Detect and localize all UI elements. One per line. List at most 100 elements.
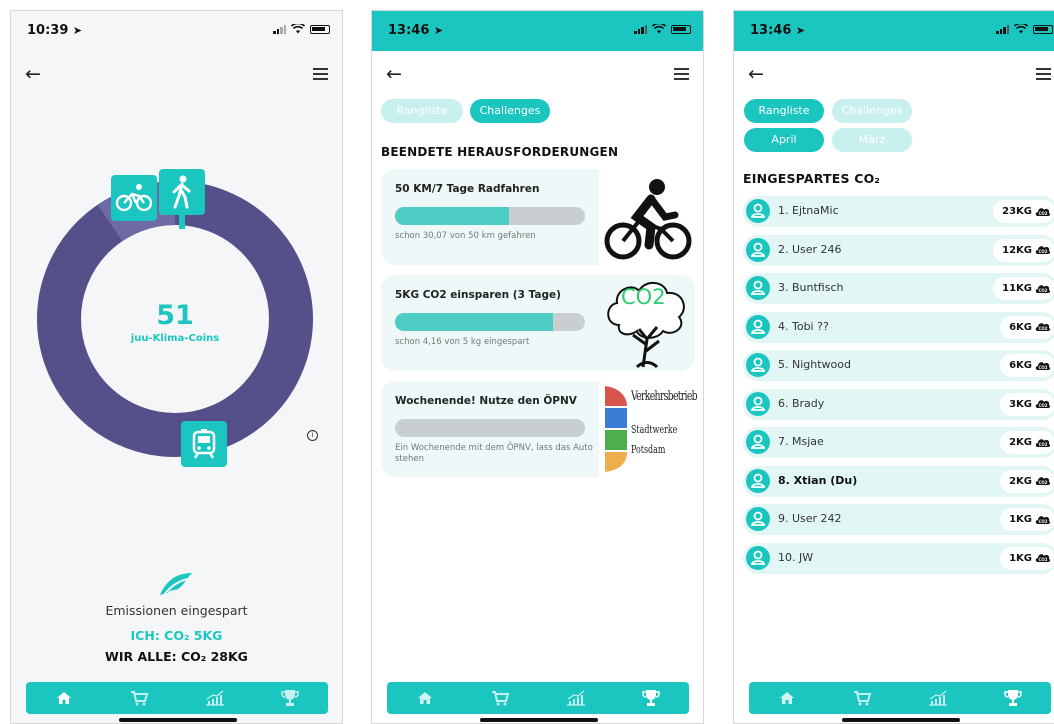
co2-kg-badge: 1KG CO2 [1000,546,1054,570]
ranking-row[interactable]: 4. Tobi ?? 6KG CO2 [743,311,1054,343]
back-arrow-icon[interactable]: ← [25,63,41,85]
tram-icon[interactable] [181,421,227,467]
user-avatar-icon [746,430,770,454]
nav-shop[interactable] [119,684,159,712]
co2-kg-value: 12KG [1002,244,1032,256]
nav-home[interactable] [44,684,84,712]
challenge-card-cycling[interactable]: 50 KM/7 Tage Radfahren schon 30,07 von 5… [381,169,695,265]
location-arrow-icon: ➤ [72,24,83,37]
tab-challenges[interactable]: Challenges [832,99,912,123]
challenge-card-co2[interactable]: 5KG CO2 einsparen (3 Tage) schon 4,16 vo… [381,275,695,371]
user-avatar-icon [746,391,770,416]
challenge-card-oepnv[interactable]: Wochenende! Nutze den ÖPNV Ein Wochenend… [381,381,698,477]
ranking-row[interactable]: 6. Brady 3KG CO2 [743,388,1054,420]
nav-trophy[interactable] [631,684,671,712]
svg-text:CO2: CO2 [1038,326,1047,331]
ranking-user-name: 2. User 246 [778,242,842,256]
co2-cloud-icon: CO2 [1035,323,1051,331]
nav-trophy[interactable] [993,684,1033,712]
ranking-row[interactable]: 3. Buntfisch 11KG CO2 [743,273,1054,304]
user-avatar-icon [746,237,770,262]
top-bar: ← [734,63,1054,87]
chart-icon [205,690,224,706]
ranking-row[interactable]: 5. Nightwood 6KG CO2 [743,350,1054,381]
menu-icon[interactable] [1036,68,1051,80]
nav-stats[interactable] [918,684,958,712]
menu-icon[interactable] [313,68,328,80]
tab-rangliste[interactable]: Rangliste [744,99,824,123]
menu-icon[interactable] [674,68,689,80]
svg-text:CO2: CO2 [1038,480,1047,485]
co2-kg-badge: 3KG CO2 [1000,392,1054,416]
trophy-icon [281,690,299,706]
nav-shop[interactable] [842,684,882,712]
ranking-row[interactable]: 10. JW 1KG CO2 [743,542,1054,574]
screen-coins: 10:39 ➤ ← 51 juu-Klima-Coins i Emissione… [10,10,343,724]
cyclist-icon [604,179,692,260]
bicycle-icon[interactable] [111,175,157,221]
challenge-progress-bar [395,419,585,437]
tab-april[interactable]: April [744,128,824,152]
vbp-line2: Potsdam [631,443,666,456]
nav-home[interactable] [405,684,445,712]
status-bar: 13:46 ➤ [734,11,1054,51]
ranking-user-name: 6. Brady [778,396,825,410]
nav-home[interactable] [767,684,807,712]
section-title: BEENDETE HERAUSFORDERUNGEN [381,145,619,159]
status-icons [273,24,330,34]
ranking-row[interactable]: 9. User 242 1KG CO2 [743,504,1054,535]
section-title: EINGESPARTES CO₂ [743,171,881,186]
ranking-row[interactable]: 2. User 246 12KG CO2 [743,234,1054,266]
tab-maerz[interactable]: März [832,128,912,152]
svg-text:CO2: CO2 [1038,249,1047,254]
co2-kg-badge: 23KG CO2 [993,200,1054,223]
co2-cloud-icon: CO2 [1035,246,1051,254]
back-arrow-icon[interactable]: ← [748,63,764,85]
cart-icon [492,691,510,706]
signal-icon [273,24,286,34]
co2-cloud-icon: CO2 [1035,477,1051,485]
tab-challenges[interactable]: Challenges [470,99,550,123]
challenge-title: 50 KM/7 Tage Radfahren [395,183,540,195]
status-time: 10:39 ➤ [27,23,82,38]
co2-kg-value: 6KG [1009,321,1032,333]
coins-value: 51 [156,300,194,331]
ranking-user-name: 8. Xtian (Du) [778,473,858,487]
home-icon [779,692,794,704]
svg-text:CO2: CO2 [1038,211,1047,216]
home-indicator [842,718,960,722]
walking-icon[interactable] [159,169,205,215]
challenge-subtitle: schon 30,07 von 50 km gefahren [395,231,536,241]
ranking-row[interactable]: 7. Msjae 2KG CO2 [743,427,1054,458]
vbp-logo-mark [605,386,627,472]
back-arrow-icon[interactable]: ← [386,63,402,85]
top-bar: ← [372,63,703,87]
leaf-logo-icon [160,573,192,596]
trophy-icon [642,690,660,706]
my-co2-saved: ICH: CO₂ 5KG [130,628,223,643]
nav-stats[interactable] [556,684,596,712]
home-icon [56,692,71,704]
ranking-row[interactable]: 1. EjtnaMic 23KG CO2 [743,196,1054,227]
home-indicator [119,718,237,722]
user-avatar-icon [746,468,770,493]
co2-kg-value: 6KG [1009,360,1032,371]
user-avatar-icon [746,199,770,223]
nav-shop[interactable] [480,684,520,712]
info-icon[interactable]: i [307,430,318,441]
battery-icon [1033,24,1053,34]
svg-text:CO2: CO2 [1038,403,1047,408]
ranking-row[interactable]: 8. Xtian (Du) 2KG CO2 [743,465,1054,497]
wifi-icon [1014,24,1028,34]
all-co2-saved: WIR ALLE: CO₂ 28KG [105,649,248,664]
status-time: 13:46 ➤ [388,23,443,38]
challenge-title: 5KG CO2 einsparen (3 Tage) [395,289,561,301]
co2-kg-badge: 11KG CO2 [993,277,1054,300]
nav-stats[interactable] [195,684,235,712]
nav-trophy[interactable] [270,684,310,712]
tab-rangliste[interactable]: Rangliste [381,99,463,123]
status-bar: 13:46 ➤ [372,11,703,51]
status-icons [996,24,1053,34]
co2-kg-value: 2KG [1009,475,1032,487]
vbp-title: Verkehrsbetrieb [631,389,698,404]
